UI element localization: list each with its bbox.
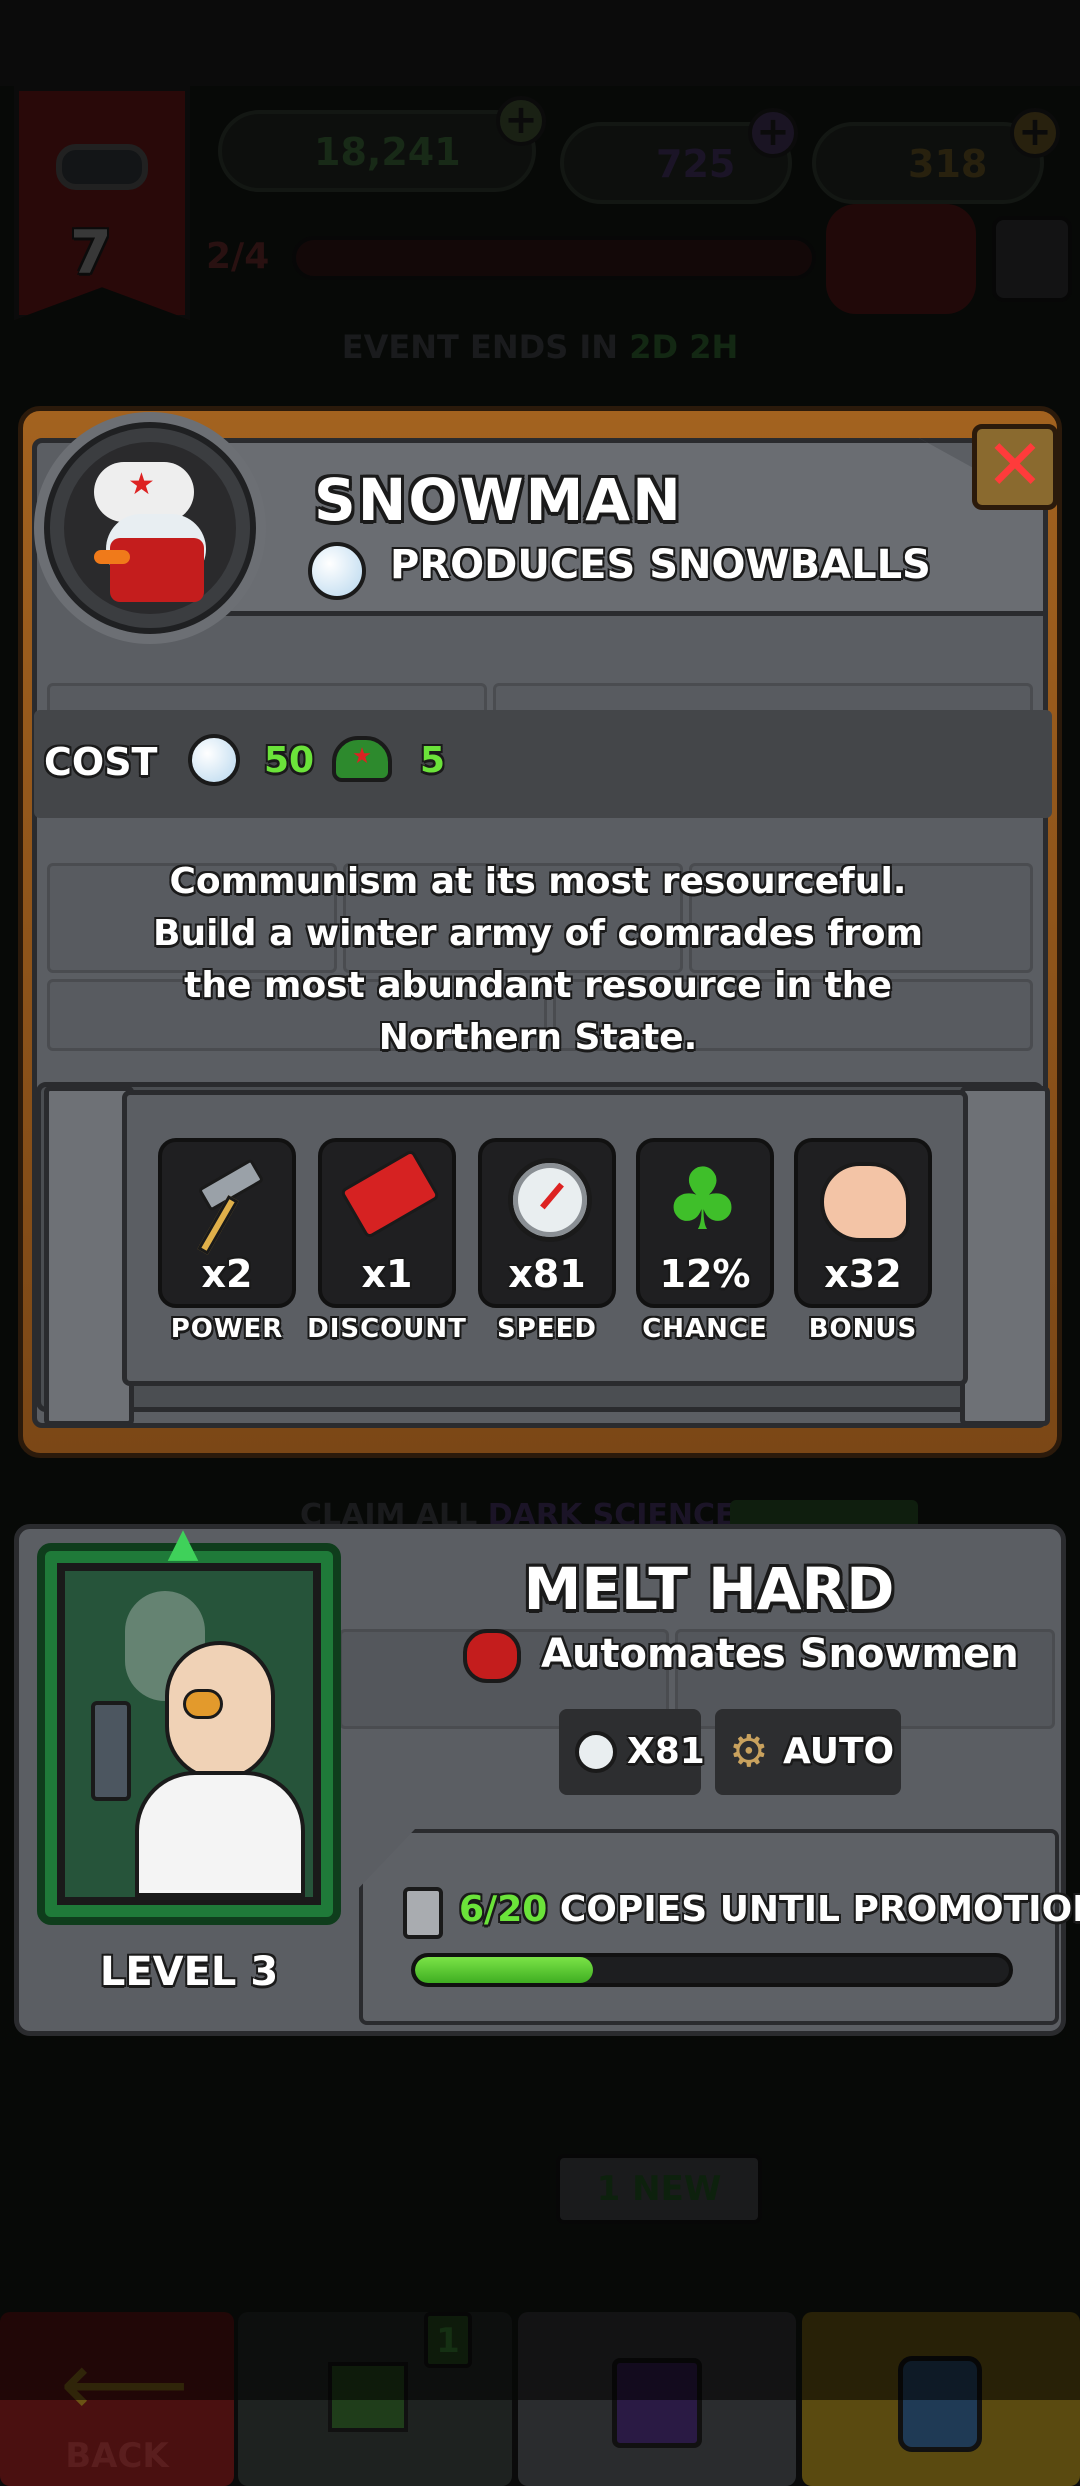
close-icon: ✕ — [985, 424, 1045, 506]
auto-chip-label: AUTO — [783, 1731, 895, 1772]
rank-progress-bar — [292, 236, 816, 280]
goggles-icon — [56, 144, 148, 190]
hat-cost-value: 5 — [420, 740, 446, 781]
rank-progress-label: 2/4 — [206, 236, 270, 277]
event-timer-value: 2D 2H — [629, 328, 739, 366]
add-hats-button[interactable]: + — [496, 96, 546, 146]
new-badge: 1 NEW — [556, 2154, 762, 2224]
new-badge-label: 1 NEW — [596, 2169, 722, 2209]
hats-currency-value: 18,241 — [314, 130, 461, 174]
cost-label: COST — [44, 740, 158, 784]
manager-portrait — [57, 1563, 321, 1905]
building-description: Communism at its most resourceful. Build… — [153, 861, 923, 1058]
cards-tab-button[interactable] — [518, 2312, 796, 2486]
stat-power-label: POWER — [170, 1314, 284, 1344]
stat-speed-value: x81 — [508, 1252, 586, 1296]
snowball-cost-icon — [188, 734, 240, 786]
stat-chance-label: CHANCE — [642, 1314, 768, 1344]
snowball-cost-value: 50 — [264, 740, 315, 781]
promotion-progress-fill — [415, 1957, 594, 1983]
hats-currency-pill[interactable]: 18,241 — [218, 110, 536, 192]
stat-speed-label: SPEED — [497, 1314, 597, 1344]
event-timer: EVENT ENDS IN 2D 2H — [0, 328, 1080, 366]
stats-pillar-left — [44, 1086, 134, 1426]
building-subtitle: PRODUCES SNOWBALLS — [390, 542, 931, 588]
stat-bonus: x32 — [794, 1138, 932, 1308]
stat-power-value: x2 — [201, 1252, 253, 1296]
manager-ability: Automates Snowmen — [541, 1631, 1019, 1677]
manager-portrait-frame — [37, 1543, 341, 1925]
stat-speed: x81 — [478, 1138, 616, 1308]
add-gold-button[interactable]: + — [1010, 108, 1060, 158]
manager-level: LEVEL 3 — [99, 1949, 279, 1995]
promotion-progress-bar — [411, 1953, 1013, 1987]
back-arrow-icon: ⟵ — [60, 2332, 190, 2437]
event-timer-label: EVENT ENDS IN — [341, 328, 619, 366]
speedometer-mini-icon — [575, 1731, 617, 1773]
snowball-icon — [308, 542, 366, 600]
building-info-modal: ★ ✕ SNOWMAN PRODUCES SNOWBALLS COST 50 ★… — [18, 406, 1062, 1458]
stat-discount-value: x1 — [361, 1252, 413, 1296]
stats-pillar-right — [960, 1086, 1050, 1426]
copies-label: COPIES UNTIL PROMOTION — [559, 1889, 1080, 1930]
copies-text: 6/20 COPIES UNTIL PROMOTION — [459, 1889, 1080, 1930]
snowman-mini-icon — [463, 1629, 521, 1683]
speedometer-icon — [508, 1158, 592, 1242]
stat-discount-label: DISCOUNT — [307, 1314, 467, 1344]
flag-count-badge: 1 — [424, 2312, 472, 2368]
tree-rank-icon: ▲ — [167, 1520, 199, 1566]
back-label: BACK — [65, 2436, 169, 2476]
speed-chip: X81 — [559, 1709, 705, 1795]
cost-bar: COST 50 ★ 5 — [34, 710, 1052, 818]
snowman-portrait: ★ — [34, 412, 266, 644]
snowman-icon: ★ — [64, 442, 236, 614]
stat-power: x2 — [158, 1138, 296, 1308]
copies-count: 6/20 — [459, 1889, 548, 1930]
level-number: 7 — [70, 218, 112, 288]
gold-currency-value: 318 — [908, 142, 988, 186]
menu-button[interactable] — [992, 216, 1072, 302]
price-tag-icon — [339, 1148, 441, 1240]
card-copy-icon — [403, 1887, 443, 1939]
cards-icon — [612, 2358, 702, 2448]
shop-bag-icon — [898, 2356, 982, 2452]
potions-currency-value: 725 — [656, 142, 736, 186]
close-button[interactable]: ✕ — [972, 424, 1058, 510]
speed-chip-value: X81 — [627, 1731, 705, 1772]
stat-bonus-label: BONUS — [808, 1314, 918, 1344]
auto-chip: ⚙ AUTO — [715, 1709, 901, 1795]
laurel-gold-icon — [826, 204, 976, 314]
hammer-icon — [190, 1158, 270, 1255]
bicep-icon — [820, 1162, 910, 1242]
clover-icon: ♣ — [664, 1150, 742, 1250]
manager-card[interactable]: ▲ LEVEL 3 MELT HARD Automates Snowmen X8… — [14, 1520, 1080, 2036]
add-potions-button[interactable]: + — [748, 108, 798, 158]
building-title: SNOWMAN — [314, 466, 683, 534]
manager-name: MELT HARD — [523, 1555, 895, 1623]
stat-bonus-value: x32 — [824, 1252, 902, 1296]
stat-chance: ♣ 12% — [636, 1138, 774, 1308]
army-hat-icon: ★ — [332, 736, 392, 782]
shop-tab-button[interactable] — [802, 2312, 1080, 2486]
back-button[interactable]: ⟵ BACK — [0, 2312, 234, 2486]
stat-chance-value: 12% — [659, 1252, 751, 1296]
flag-tab-button[interactable]: 1 — [238, 2312, 512, 2486]
gear-icon: ⚙ — [729, 1726, 769, 1777]
stat-discount: x1 — [318, 1138, 456, 1308]
flag-icon — [328, 2362, 408, 2432]
